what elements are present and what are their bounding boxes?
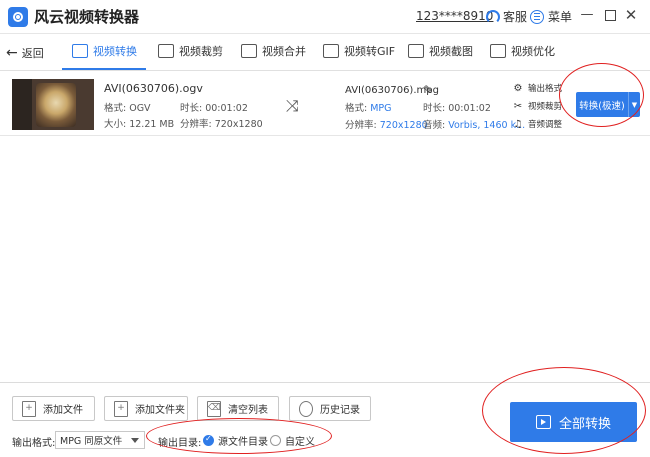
chevron-down-icon: [131, 438, 139, 443]
video-convert-icon: [72, 44, 88, 58]
back-label: 返回: [21, 47, 44, 60]
tab-video-crop[interactable]: 视频裁剪: [158, 43, 223, 59]
scissors-icon: ✂: [513, 100, 523, 112]
button-label: 清空列表: [228, 405, 268, 416]
tab-label: 视频转换: [93, 45, 137, 58]
tab-label: 视频转GIF: [344, 45, 396, 58]
tab-video-screenshot[interactable]: 视频截图: [408, 43, 473, 59]
tab-video-convert[interactable]: 视频转换: [72, 43, 137, 59]
output-format: 格式: MPG: [345, 103, 392, 114]
output-format-label: 输出格式:: [12, 438, 56, 449]
history-button[interactable]: 历史记录: [289, 396, 371, 421]
play-icon: [535, 415, 551, 429]
add-folder-button[interactable]: + 添加文件夹: [104, 396, 188, 421]
output-format-value: MPG 同原文件: [60, 436, 123, 447]
source-format: 格式: OGV: [104, 103, 151, 114]
source-file-name: AVI(0630706).ogv: [104, 82, 203, 95]
audio-adjust-option[interactable]: ♫ 音频调整: [512, 118, 563, 131]
video-thumbnail[interactable]: [12, 79, 94, 130]
headset-icon: [486, 9, 500, 24]
convert-label: 转换(极速): [579, 100, 625, 112]
add-file-button[interactable]: + 添加文件: [12, 396, 95, 421]
radio-unchecked-icon: [270, 435, 281, 446]
source-size: 大小: 12.21 MB: [104, 119, 175, 130]
trash-icon: ⌫: [207, 400, 221, 417]
video-merge-icon: [241, 44, 257, 58]
add-folder-icon: +: [114, 400, 128, 417]
option-label: 音频调整: [528, 120, 563, 130]
radio-checked-icon: [203, 434, 214, 446]
button-label: 历史记录: [320, 405, 360, 416]
video-crop-option[interactable]: ✂ 视频裁剪: [512, 100, 563, 113]
tab-video-merge[interactable]: 视频合并: [241, 43, 306, 59]
output-audio: 音频: Vorbis, 1460 k...: [423, 120, 526, 131]
source-resolution: 分辨率: 720x1280: [180, 119, 263, 130]
account-link[interactable]: 123****8910: [416, 9, 493, 23]
back-button[interactable]: ← 返回: [6, 45, 44, 61]
menu-icon: [530, 9, 544, 24]
settings-icon: ⚙: [513, 82, 523, 94]
button-label: 添加文件夹: [135, 405, 185, 416]
clock-icon: [299, 400, 313, 417]
convert-button[interactable]: 转换(极速) ▼: [576, 92, 640, 117]
minimize-button[interactable]: —: [580, 8, 594, 22]
tab-label: 视频裁剪: [179, 45, 223, 58]
file-row: AVI(0630706).ogv 格式: OGV 时长: 00:01:02 大小…: [0, 72, 650, 136]
app-logo-icon: [8, 6, 28, 27]
clear-list-button[interactable]: ⌫ 清空列表: [197, 396, 279, 421]
tab-label: 视频截图: [429, 45, 473, 58]
tab-video-optimize[interactable]: 视频优化: [490, 43, 555, 59]
output-format-select[interactable]: MPG 同原文件: [55, 431, 145, 449]
radio-custom-dir[interactable]: 自定义: [270, 433, 315, 448]
video-crop-icon: [158, 44, 174, 58]
output-format-option[interactable]: ⚙ 输出格式: [512, 82, 563, 95]
back-arrow-icon: ←: [6, 45, 18, 61]
maximize-button[interactable]: [603, 8, 617, 22]
sliders-icon: [490, 44, 506, 58]
radio-label: 源文件目录: [218, 437, 268, 448]
shuffle-icon: ⤨: [286, 96, 299, 115]
menu-label: 菜单: [548, 10, 573, 24]
nav-bar: ← 返回 视频转换 视频裁剪 视频合并 视频转GIF 视频截图 视频优化: [0, 34, 650, 71]
output-dir-label: 输出目录:: [158, 438, 202, 449]
service-button[interactable]: 客服: [486, 8, 527, 25]
radio-label: 自定义: [285, 437, 315, 448]
gif-icon: [323, 44, 339, 58]
source-duration: 时长: 00:01:02: [180, 103, 248, 114]
bottom-toolbar: + 添加文件 + 添加文件夹 ⌫ 清空列表 历史记录 输出格式: MPG 同原文…: [0, 382, 650, 457]
music-icon: ♫: [513, 118, 523, 130]
active-tab-indicator: [62, 68, 146, 70]
option-label: 输出格式: [528, 84, 563, 94]
app-title: 风云视频转换器: [34, 8, 140, 26]
menu-button[interactable]: 菜单: [530, 8, 572, 25]
output-duration: 时长: 00:01:02: [423, 103, 491, 114]
chevron-down-icon[interactable]: ▼: [628, 92, 640, 117]
output-resolution: 分辨率: 720x1280: [345, 120, 428, 131]
screenshot-icon: [408, 44, 424, 58]
tab-label: 视频优化: [511, 45, 555, 58]
add-file-icon: +: [22, 400, 36, 417]
service-label: 客服: [503, 10, 528, 24]
convert-all-button[interactable]: 全部转换: [510, 402, 637, 442]
radio-source-dir[interactable]: 源文件目录: [203, 433, 268, 448]
convert-all-label: 全部转换: [558, 416, 611, 432]
edit-name-icon[interactable]: ✎: [423, 83, 433, 97]
option-label: 视频裁剪: [528, 102, 563, 112]
tab-video-to-gif[interactable]: 视频转GIF: [323, 43, 395, 59]
tab-label: 视频合并: [262, 45, 306, 58]
close-button[interactable]: ✕: [624, 8, 638, 23]
button-label: 添加文件: [43, 405, 83, 416]
